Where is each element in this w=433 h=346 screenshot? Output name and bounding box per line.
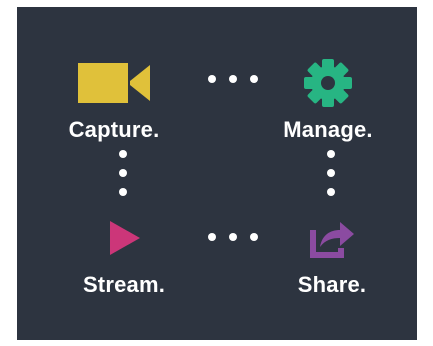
connector-dot <box>250 75 258 83</box>
node-label: Manage. <box>283 117 373 142</box>
node-share: Share. <box>257 214 407 298</box>
video-camera-icon <box>39 59 189 107</box>
share-icon <box>257 214 407 262</box>
connector-capture-manage <box>208 75 258 83</box>
connector-dot <box>229 75 237 83</box>
node-label: Stream. <box>82 272 166 297</box>
connector-dot <box>208 233 216 241</box>
connector-capture-stream <box>119 150 127 196</box>
node-label: Capture. <box>68 117 160 142</box>
connector-dot <box>327 150 335 158</box>
connector-dot <box>327 188 335 196</box>
gear-icon <box>253 59 403 107</box>
connector-manage-share <box>327 150 335 196</box>
node-capture: Capture. <box>39 59 189 143</box>
play-icon <box>49 214 199 262</box>
connector-dot <box>119 169 127 177</box>
connector-dot <box>250 233 258 241</box>
connector-dot <box>119 188 127 196</box>
diagram-panel: Capture. Manage. Stream. Share. <box>17 7 417 340</box>
node-manage: Manage. <box>253 59 403 143</box>
connector-dot <box>229 233 237 241</box>
connector-dot <box>208 75 216 83</box>
node-stream: Stream. <box>49 214 199 298</box>
connector-dot <box>327 169 335 177</box>
connector-dot <box>119 150 127 158</box>
connector-stream-share <box>208 233 258 241</box>
node-label: Share. <box>297 272 367 297</box>
